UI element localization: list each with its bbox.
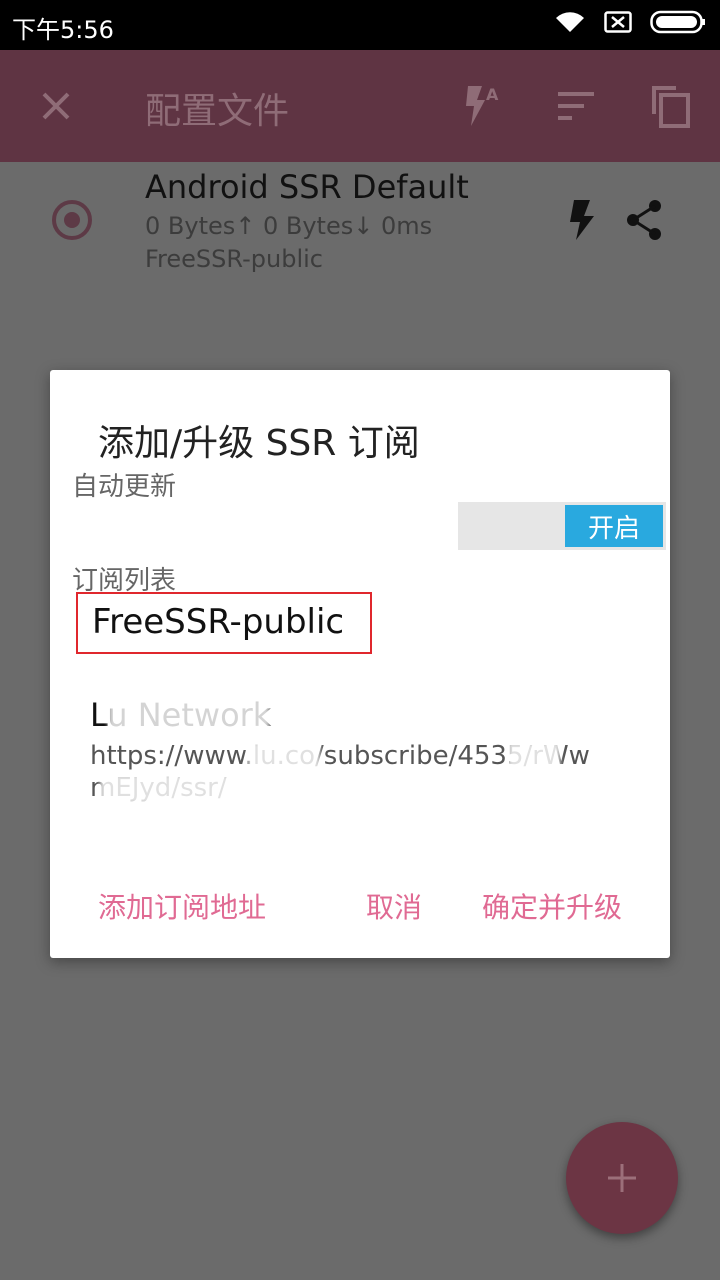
copy-icon[interactable] <box>648 84 692 128</box>
battery-icon <box>650 10 706 38</box>
subscription-name-item[interactable]: FreeSSR-public <box>76 592 372 654</box>
redaction-blur <box>108 698 270 734</box>
auto-update-label: 自动更新 <box>72 472 177 502</box>
redaction-blur <box>508 742 560 772</box>
dialog-actions: 添加订阅地址 取消 确定并升级 <box>50 886 670 926</box>
bolt-icon[interactable] <box>562 198 602 242</box>
confirm-upgrade-button[interactable]: 确定并升级 <box>482 886 622 926</box>
subscription-entry[interactable]: Lu Network https://www.lu.co/subscribe/4… <box>90 696 650 804</box>
redaction-blur <box>248 742 320 772</box>
toolbar-title: 配置文件 <box>145 91 290 132</box>
profile-group: FreeSSR-public <box>145 245 323 273</box>
status-bar: 下午5:56 <box>0 0 720 50</box>
subscription-dialog: 添加/升级 SSR 订阅 自动更新 开启 订阅列表 FreeSSR-public… <box>50 370 670 958</box>
svg-text:A: A <box>486 85 499 104</box>
add-subscription-button[interactable]: 添加订阅地址 <box>98 886 266 926</box>
share-icon[interactable] <box>624 198 664 242</box>
subscription-name: FreeSSR-public <box>92 602 345 642</box>
profile-name: Android SSR Default <box>145 168 469 206</box>
profile-stats: 0 Bytes↑ 0 Bytes↓ 0ms <box>145 212 433 240</box>
sort-icon[interactable] <box>556 84 600 128</box>
close-icon[interactable] <box>36 86 76 126</box>
toggle-on-label: 开启 <box>565 505 663 547</box>
no-sim-icon <box>604 11 632 37</box>
add-fab-button[interactable] <box>566 1122 678 1234</box>
radio-selected-icon[interactable] <box>52 200 92 240</box>
auto-update-toggle[interactable]: 开启 <box>458 502 666 550</box>
redaction-blur <box>100 774 310 804</box>
status-time: 下午5:56 <box>12 16 114 44</box>
app-toolbar: 配置文件 A <box>0 50 720 162</box>
status-icons <box>554 10 706 38</box>
dialog-title: 添加/升级 SSR 订阅 <box>98 423 420 464</box>
profile-row[interactable]: Android SSR Default 0 Bytes↑ 0 Bytes↓ 0m… <box>0 162 720 292</box>
wifi-icon <box>554 10 586 38</box>
flash-auto-icon[interactable]: A <box>458 84 502 128</box>
cancel-button[interactable]: 取消 <box>366 886 422 926</box>
